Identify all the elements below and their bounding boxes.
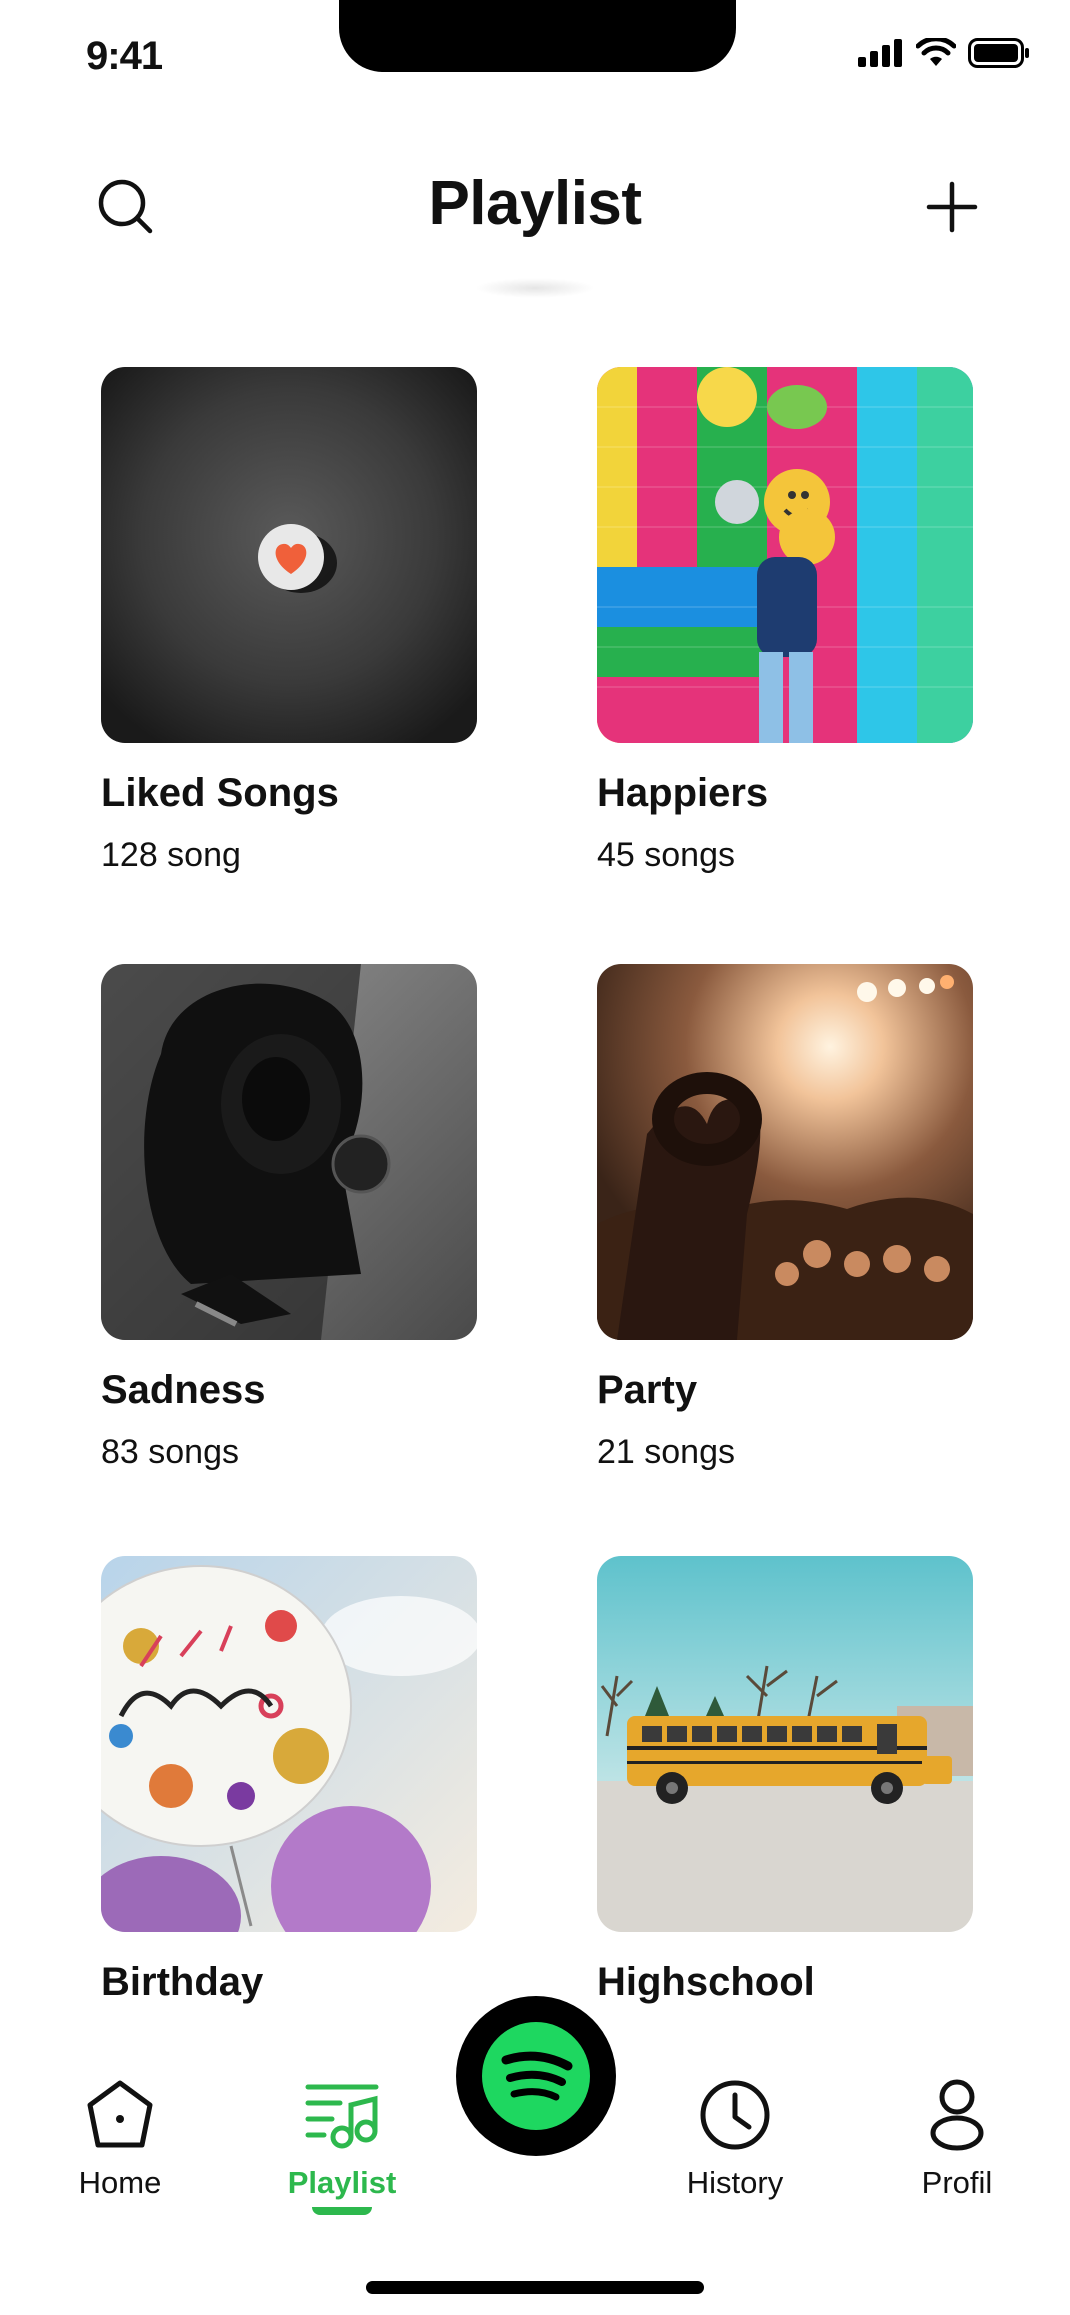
heart-badge-cover-image [101,367,477,743]
playlist-card-sadness[interactable]: Sadness 83 songs [101,964,477,1472]
wifi-icon [916,38,956,66]
playlist-cover [101,367,477,743]
plus-icon [926,181,978,233]
add-playlist-button[interactable] [920,175,984,239]
playlist-song-count: 83 songs [101,1433,239,1471]
playlist-song-count: 128 song [101,836,241,874]
school-bus-cover-image [597,1556,973,1932]
playlist-title: Highschool [597,1960,815,2004]
colorful-wall-cover-image [597,367,973,743]
battery-icon [968,38,1029,68]
playlist-cover [597,367,973,743]
nav-item-playlist[interactable]: Playlist [257,2075,427,2215]
concert-crowd-cover-image [597,964,973,1340]
playlist-title: Happiers [597,771,769,815]
nav-item-home[interactable]: Home [35,2075,205,2201]
playlist-card-highschool[interactable]: Highschool [597,1556,973,2025]
spotify-play-button[interactable] [456,1996,616,2156]
nav-label-history: History [686,2165,784,2200]
device-notch [339,0,736,72]
playlist-screen: 9:41 Playlist Liked Songs 128 song Happi… [0,0,1070,2315]
spotify-logo-icon [482,2022,590,2130]
clock-icon [700,2080,770,2150]
playlist-title: Birthday [101,1960,264,2004]
playlist-song-count: 45 songs [597,836,735,874]
playlist-cover [597,964,973,1340]
status-time: 9:41 [86,34,163,78]
nav-label-profile: Profil [921,2165,993,2200]
nav-item-profile[interactable]: Profil [872,2075,1042,2201]
nav-label-playlist: Playlist [287,2165,397,2200]
playlist-cover [101,1556,477,1932]
playlist-title: Party [597,1368,698,1412]
home-icon [87,2080,153,2148]
page-title: Playlist [428,169,642,238]
playlist-song-count: 21 songs [597,1433,735,1471]
active-tab-indicator [312,2207,372,2215]
nav-item-history[interactable]: History [650,2075,820,2201]
playlist-cover [101,964,477,1340]
playlist-title: Sadness [101,1368,266,1412]
playlist-cover [597,1556,973,1932]
status-icons [858,38,1030,68]
hooded-figure-cover-image [101,964,477,1340]
playlist-card-liked-songs[interactable]: Liked Songs 128 song [101,367,477,875]
playlist-card-birthday[interactable]: Birthday [101,1556,477,2025]
home-indicator [366,2281,704,2294]
user-icon [930,2079,984,2151]
playlist-card-happiers[interactable]: Happiers 45 songs [597,367,973,875]
birthday-balloon-cover-image [101,1556,477,1932]
nav-label-home: Home [78,2165,162,2200]
playlist-card-party[interactable]: Party 21 songs [597,964,973,1472]
cellular-signal-icon [858,39,902,67]
music-list-icon [305,2084,379,2149]
header-shadow [475,278,595,298]
playlist-title: Liked Songs [101,771,339,815]
